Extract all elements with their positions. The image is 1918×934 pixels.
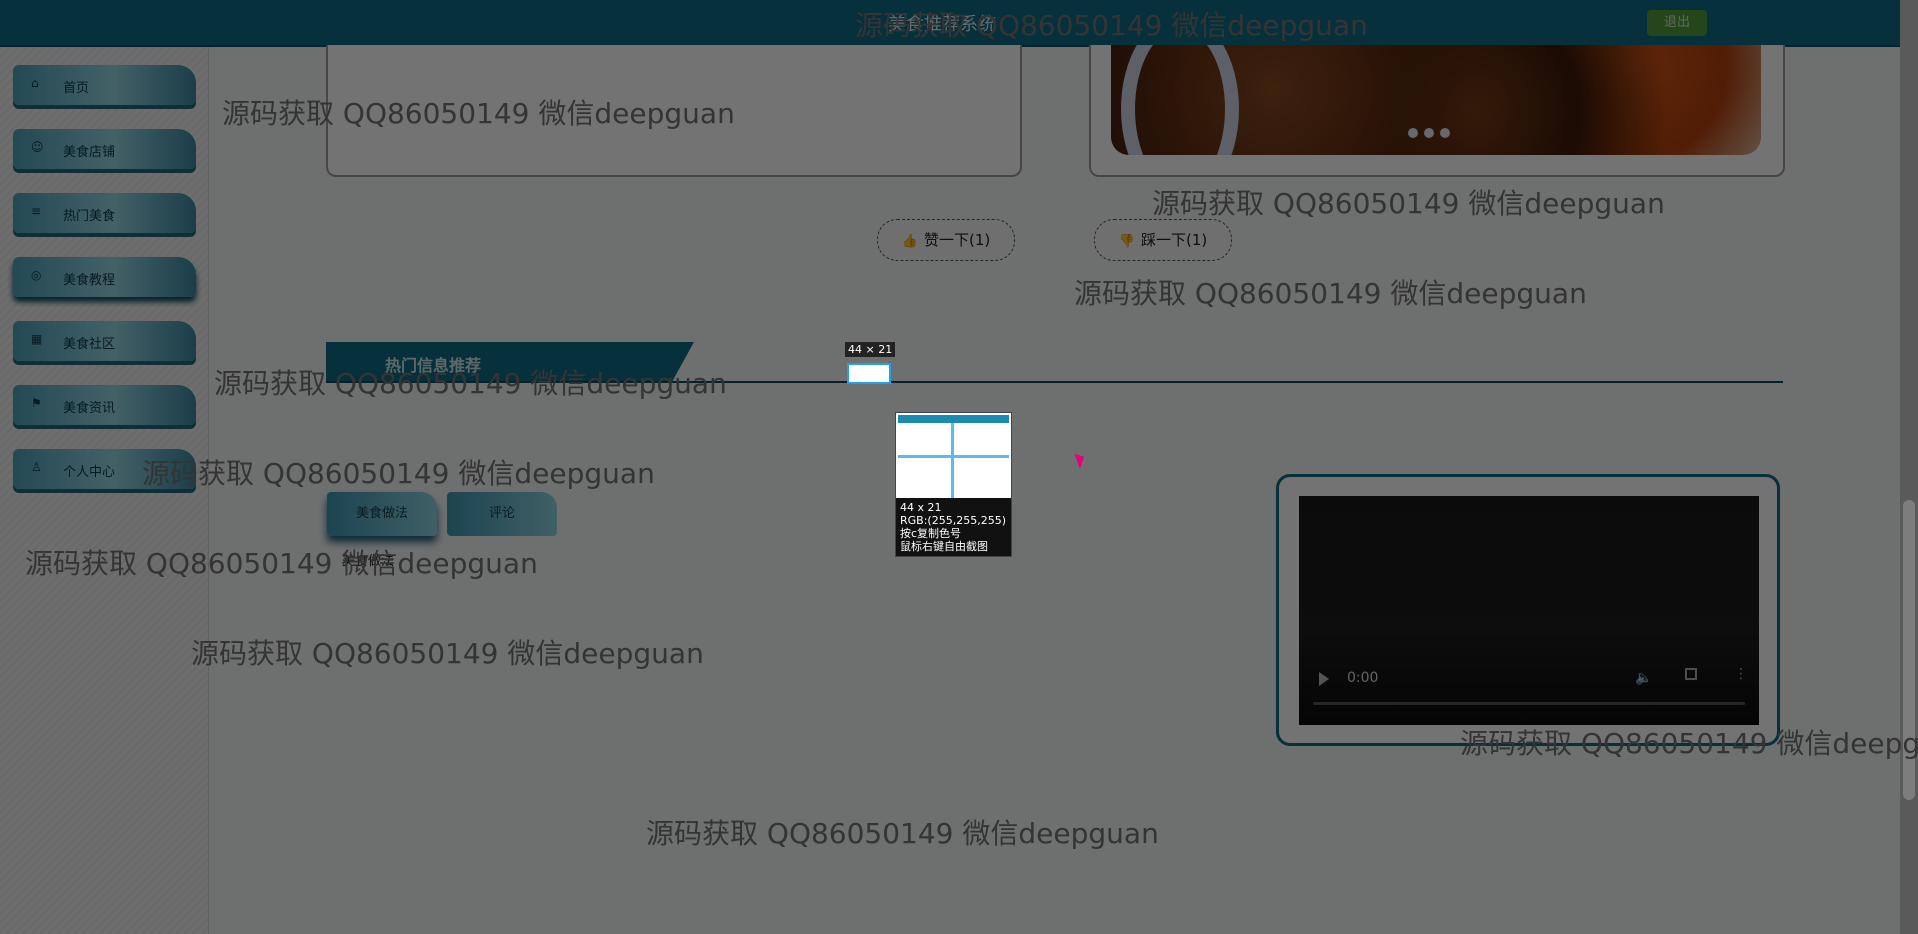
magnifier-hint-copy: 按c复制色号 <box>900 527 962 540</box>
watermark: 源码获取 QQ86050149 微信deepguan <box>142 457 655 490</box>
magnifier-rgb: RGB:(255,255,255) <box>900 514 1006 527</box>
like-label: 赞一下(1) <box>923 231 991 249</box>
sidebar-item-label: 美食资讯 <box>63 401 116 416</box>
watermark: 源码获取 QQ86050149 微信deepguan <box>855 9 1368 42</box>
play-icon[interactable] <box>1319 672 1329 686</box>
sidebar-item-home[interactable]: ⌂ 首页 <box>13 65 196 105</box>
carousel-dot[interactable] <box>1424 128 1434 138</box>
user-icon: ♙ <box>31 460 42 474</box>
magnifier-preview-bar <box>898 415 1009 423</box>
watermark: 源码获取 QQ86050149 微信deepguan <box>25 547 538 580</box>
sidebar-item-hot-food[interactable]: ≡ 热门美食 <box>13 193 196 233</box>
crosshair-vertical <box>951 423 954 505</box>
watermark: 源码获取 QQ86050149 微信deepguan <box>222 97 735 130</box>
thumbs-up-icon: 👍 <box>901 234 918 249</box>
tab-comments[interactable]: 评论 <box>447 492 557 536</box>
selection-size-label: 44 × 21 <box>845 342 896 357</box>
fullscreen-icon[interactable] <box>1685 668 1697 680</box>
magnifier-hint-free: 鼠标右键自由截图 <box>900 540 988 553</box>
sidebar-item-label: 热门美食 <box>63 209 116 224</box>
sidebar-item-tutorials[interactable]: ◎ 美食教程 <box>13 257 196 297</box>
shop-icon: ☺ <box>31 140 44 154</box>
sidebar-item-community[interactable]: ▦ 美食社区 <box>13 321 196 361</box>
logout-button[interactable]: 退出 <box>1647 10 1707 36</box>
plate-rim <box>1121 45 1239 155</box>
carousel-dot[interactable] <box>1440 128 1450 138</box>
selection-box[interactable] <box>847 363 891 384</box>
carousel-dots <box>1408 123 1456 142</box>
magnifier-info: 44 x 21 RGB:(255,255,255) 按c复制色号 鼠标右键自由截… <box>896 498 1011 556</box>
magnifier-size: 44 x 21 <box>900 501 942 514</box>
watermark: 源码获取 QQ86050149 微信deepguan <box>191 637 704 670</box>
sidebar-item-label: 个人中心 <box>63 465 116 480</box>
carousel-dot[interactable] <box>1408 128 1418 138</box>
like-button[interactable]: 👍 赞一下(1) <box>877 219 1015 261</box>
watermark: 源码获取 QQ86050149 微信deepguan <box>646 817 1159 850</box>
video-player[interactable]: 0:00 🔈 ⋮ <box>1299 496 1759 725</box>
book-icon: ◎ <box>31 268 42 282</box>
watermark: 源码获取 QQ86050149 微信deepguan <box>214 367 727 400</box>
video-progress-bar[interactable] <box>1313 702 1745 705</box>
sidebar-item-label: 美食社区 <box>63 337 116 352</box>
fire-icon: ≡ <box>31 204 42 218</box>
sidebar-item-news[interactable]: ⚑ 美食资讯 <box>13 385 196 425</box>
flag-icon: ⚑ <box>31 396 42 410</box>
mouse-cursor-icon <box>1074 451 1088 469</box>
dislike-button[interactable]: 👎 踩一下(1) <box>1094 219 1232 261</box>
sidebar-item-label: 美食教程 <box>63 273 116 288</box>
watermark: 源码获取 QQ86050149 微信deepguan <box>1152 187 1665 220</box>
watermark: 源码获取 QQ86050149 微信deepguan <box>1074 277 1587 310</box>
dislike-label: 踩一下(1) <box>1140 231 1208 249</box>
sidebar-item-shops[interactable]: ☺ 美食店铺 <box>13 129 196 169</box>
magnifier: 44 x 21 RGB:(255,255,255) 按c复制色号 鼠标右键自由截… <box>895 412 1012 557</box>
watermark: 源码获取 QQ86050149 微信deepguan <box>1460 727 1918 760</box>
community-icon: ▦ <box>31 332 43 346</box>
sidebar-item-label: 首页 <box>63 81 90 96</box>
tab-recipe[interactable]: 美食做法 <box>327 492 437 536</box>
crosshair-horizontal <box>898 455 1009 458</box>
volume-icon[interactable]: 🔈 <box>1635 670 1652 686</box>
sidebar-item-label: 美食店铺 <box>63 145 116 160</box>
more-options-icon[interactable]: ⋮ <box>1734 666 1748 682</box>
thumbs-down-icon: 👎 <box>1118 234 1135 249</box>
home-icon: ⌂ <box>31 76 39 90</box>
video-time: 0:00 <box>1347 670 1379 686</box>
